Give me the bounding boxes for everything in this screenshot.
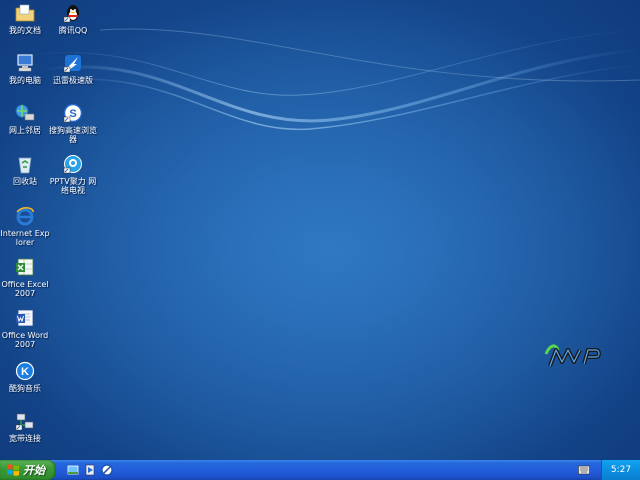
windows-flag-icon (7, 464, 19, 476)
desktop-icon-label: Office Word 2007 (1, 331, 49, 349)
desktop-icon-label: Office Excel 2007 (1, 280, 49, 298)
desktop-icon-label: Internet Explorer (0, 229, 50, 247)
desktop-icon-excel[interactable]: Office Excel 2007 (0, 256, 50, 298)
browser-quick-icon[interactable] (100, 463, 114, 477)
desktop-icon-label: 回收站 (13, 177, 37, 186)
desktop: 我的文档 我的电脑 网上邻居 回收站 Internet Explorer Off… (0, 0, 640, 460)
media-player-icon[interactable] (83, 463, 97, 477)
desktop-icon-label: 搜狗高速浏览器 (49, 126, 97, 144)
clock[interactable]: 5:27 (611, 465, 631, 475)
desktop-icon-kugou-music[interactable]: K 酷狗音乐 (0, 360, 50, 393)
broadband-connection-icon (14, 410, 36, 432)
wmp-logo (544, 344, 601, 367)
desktop-icon-label: 腾讯QQ (58, 26, 88, 35)
desktop-icon-recycle-bin[interactable]: 回收站 (0, 153, 50, 186)
desktop-icon-label: 我的文档 (9, 26, 41, 35)
desktop-icon-label: PPTV聚力 网络电视 (49, 177, 97, 195)
desktop-icon-label: 网上邻居 (9, 126, 41, 135)
desktop-icon-word[interactable]: Office Word 2007 (0, 307, 50, 349)
internet-explorer-icon (14, 205, 36, 227)
my-documents-icon (14, 2, 36, 24)
taskbar: 开始 5:27 (0, 460, 640, 480)
network-places-icon (14, 102, 36, 124)
svg-text:S: S (69, 108, 76, 120)
show-desktop-icon[interactable] (66, 463, 80, 477)
recycle-bin-icon (14, 153, 36, 175)
desktop-icon-pptv[interactable]: PPTV聚力 网络电视 (48, 153, 98, 195)
desktop-icon-thunder[interactable]: 迅雷极速版 (48, 52, 98, 85)
start-label: 开始 (23, 464, 45, 477)
desktop-icon-broadband-connection[interactable]: 宽带连接 (0, 410, 50, 443)
desktop-icon-my-documents[interactable]: 我的文档 (0, 2, 50, 35)
desktop-icon-label: 迅雷极速版 (53, 76, 93, 85)
desktop-icon-my-computer[interactable]: 我的电脑 (0, 52, 50, 85)
desktop-icon-internet-explorer[interactable]: Internet Explorer (0, 205, 50, 247)
start-button[interactable]: 开始 (0, 460, 56, 480)
thunder-download-icon (62, 52, 84, 74)
kugou-music-icon: K (14, 360, 36, 382)
excel-icon (14, 256, 36, 278)
desktop-icon-label: 我的电脑 (9, 76, 41, 85)
desktop-icon-sogou-browser[interactable]: S 搜狗高速浏览器 (48, 102, 98, 144)
system-tray: 5:27 (601, 460, 640, 480)
svg-text:K: K (21, 366, 29, 378)
desktop-icon-label: 宽带连接 (9, 434, 41, 443)
quick-launch-bar (66, 463, 114, 477)
desktop-icon-network-places[interactable]: 网上邻居 (0, 102, 50, 135)
desktop-icon-qq[interactable]: 腾讯QQ (48, 2, 98, 35)
qq-penguin-icon (62, 2, 84, 24)
my-computer-icon (14, 52, 36, 74)
keyboard-icon[interactable] (578, 465, 590, 475)
word-icon (14, 307, 36, 329)
sogou-browser-icon: S (62, 102, 84, 124)
pptv-icon (62, 153, 84, 175)
desktop-icon-label: 酷狗音乐 (9, 384, 41, 393)
